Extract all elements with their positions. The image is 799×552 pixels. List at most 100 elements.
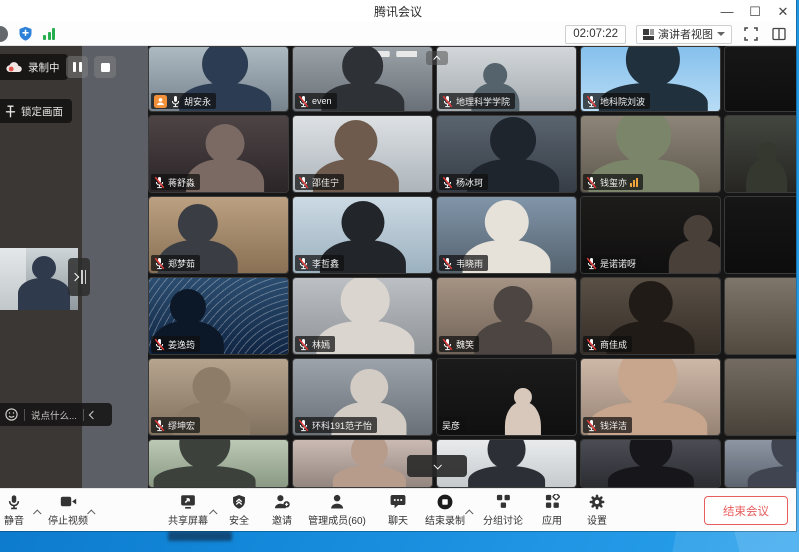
- video-tile[interactable]: [724, 46, 796, 112]
- video-tile[interactable]: 钱洋洁: [580, 358, 721, 436]
- participant-name-label: 地理科学学院: [439, 93, 515, 109]
- video-tile[interactable]: 李哲鑫: [292, 196, 433, 274]
- person-silhouette: [607, 466, 693, 488]
- video-scene: [725, 278, 796, 354]
- collapse-chat-icon[interactable]: [89, 410, 97, 418]
- status-circle-icon[interactable]: [0, 26, 8, 42]
- person-silhouette: [206, 124, 245, 163]
- invite-icon: [274, 493, 290, 510]
- settings-gear-icon: [589, 493, 605, 510]
- video-tile[interactable]: 商佳成: [580, 277, 721, 355]
- toolbar-mic-button[interactable]: 静音: [4, 493, 24, 527]
- emoji-icon[interactable]: [5, 408, 18, 421]
- mic-muted-icon: [442, 338, 453, 351]
- camera-icon: [60, 493, 77, 510]
- chevron-up-icon[interactable]: [211, 503, 217, 521]
- share-screen-icon: [180, 493, 196, 510]
- toolbar-camera-button[interactable]: 停止视频: [48, 493, 88, 527]
- close-button[interactable]: ✕: [776, 4, 790, 18]
- shield-check-icon[interactable]: [18, 26, 33, 42]
- chevron-up-icon[interactable]: [35, 503, 41, 521]
- preview-expand-handle[interactable]: [68, 258, 90, 296]
- pause-recording-button[interactable]: [66, 56, 88, 78]
- chevron-right-icon: [71, 273, 79, 281]
- participant-name: 吴彦: [442, 419, 460, 432]
- toolbar-breakout-button[interactable]: 分组讨论: [483, 493, 523, 527]
- video-tile[interactable]: 是诺诺呀: [580, 196, 721, 274]
- desktop: 腾讯会议 — ☐ ✕ 02:07:22: [0, 0, 799, 552]
- fullscreen-icon[interactable]: [742, 25, 760, 43]
- toolbar-settings-gear-button[interactable]: 设置: [587, 493, 607, 527]
- participant-name: 缪坤宏: [168, 419, 195, 432]
- toolbar-invite-button[interactable]: 邀请: [272, 493, 292, 527]
- apps-icon: [545, 493, 560, 510]
- video-tile[interactable]: [724, 196, 796, 274]
- top-bar: 02:07:22 演讲者视图: [0, 22, 796, 46]
- toolbar-label: 结束录制: [425, 512, 465, 527]
- chevron-down-icon: [433, 461, 441, 469]
- toolbar-chat-button[interactable]: 聊天: [388, 493, 408, 527]
- video-tile[interactable]: 胡安永: [148, 46, 289, 112]
- toolbar-security-shield-button[interactable]: 安全: [229, 493, 249, 527]
- toolbar-share-screen-button[interactable]: 共享屏幕: [168, 493, 208, 527]
- toolbar-label: 安全: [229, 512, 249, 527]
- person-silhouette: [494, 286, 533, 325]
- video-tile[interactable]: even: [292, 46, 433, 112]
- video-tile[interactable]: [724, 358, 796, 436]
- participant-name-label: 胡安永: [151, 93, 216, 109]
- mic-icon: [7, 493, 21, 510]
- chevron-up-icon[interactable]: [89, 503, 95, 521]
- person-silhouette: [351, 369, 389, 407]
- view-mode-button[interactable]: 演讲者视图: [636, 25, 732, 44]
- video-tile[interactable]: [724, 277, 796, 355]
- toolbar-members-button[interactable]: 管理成员(60): [308, 493, 366, 527]
- participant-name: 蒋舒淼: [168, 176, 195, 189]
- video-tile[interactable]: 杨冰珂: [436, 115, 577, 193]
- quick-chat-input[interactable]: 说点什么...: [0, 403, 112, 426]
- video-tile[interactable]: 钱玺亦: [580, 115, 721, 193]
- pin-view-button[interactable]: 锁定画面: [0, 99, 72, 123]
- toolbar-label: 停止视频: [48, 512, 88, 527]
- chevron-up-icon: [433, 55, 440, 62]
- video-tile[interactable]: 吴彦: [436, 358, 577, 436]
- video-tile[interactable]: 韦晓雨: [436, 196, 577, 274]
- stop-recording-button[interactable]: [94, 56, 116, 78]
- meeting-timer: 02:07:22: [565, 25, 626, 44]
- participant-name-label: 是诺诺呀: [583, 255, 641, 271]
- minimize-button[interactable]: —: [720, 4, 734, 18]
- video-grid: 胡安永 even 地理科学学院 地科院刘波 蒋舒淼 邵佳宁 杨冰珂 钱玺亦 郑梦…: [148, 46, 796, 488]
- video-tile[interactable]: [148, 439, 289, 488]
- video-scene: [725, 359, 796, 435]
- video-tile[interactable]: 邵佳宁: [292, 115, 433, 193]
- video-tile[interactable]: 地理科学学院: [436, 46, 577, 112]
- participant-name-label: 杨冰珂: [439, 174, 488, 190]
- video-tile[interactable]: 郑梦茹: [148, 196, 289, 274]
- video-tile[interactable]: 林嫣: [292, 277, 433, 355]
- participant-name: 杨冰珂: [456, 176, 483, 189]
- video-tile[interactable]: 地科院刘波: [580, 46, 721, 112]
- toolbar-stop-record-button[interactable]: 结束录制: [425, 493, 465, 527]
- toolbar-apps-button[interactable]: 应用: [542, 493, 562, 527]
- video-tile[interactable]: [724, 115, 796, 193]
- participant-name: 钱洋洁: [600, 419, 627, 432]
- end-meeting-button[interactable]: 结束会议: [704, 496, 788, 525]
- video-tile[interactable]: [724, 439, 796, 488]
- video-tile[interactable]: 蒋舒淼: [148, 115, 289, 193]
- participant-name: 郑梦茹: [168, 257, 195, 270]
- chevron-up-icon[interactable]: [467, 503, 473, 521]
- self-video-preview[interactable]: [0, 248, 78, 310]
- video-tile[interactable]: 姜逸筠: [148, 277, 289, 355]
- video-tile[interactable]: [580, 439, 721, 488]
- toolbar-label: 设置: [587, 512, 607, 527]
- toolbar-label: 应用: [542, 512, 562, 527]
- grid-scroll-up-button[interactable]: [426, 51, 448, 65]
- participant-name: 邵佳宁: [312, 176, 339, 189]
- video-tile[interactable]: 缪坤宏: [148, 358, 289, 436]
- network-signal-icon[interactable]: [43, 28, 55, 40]
- split-view-icon[interactable]: [770, 25, 788, 43]
- person-silhouette: [334, 120, 377, 163]
- maximize-button[interactable]: ☐: [748, 4, 762, 18]
- grid-scroll-down-button[interactable]: [407, 455, 467, 477]
- video-tile[interactable]: 魏笑: [436, 277, 577, 355]
- video-tile[interactable]: 环科191范子怡: [292, 358, 433, 436]
